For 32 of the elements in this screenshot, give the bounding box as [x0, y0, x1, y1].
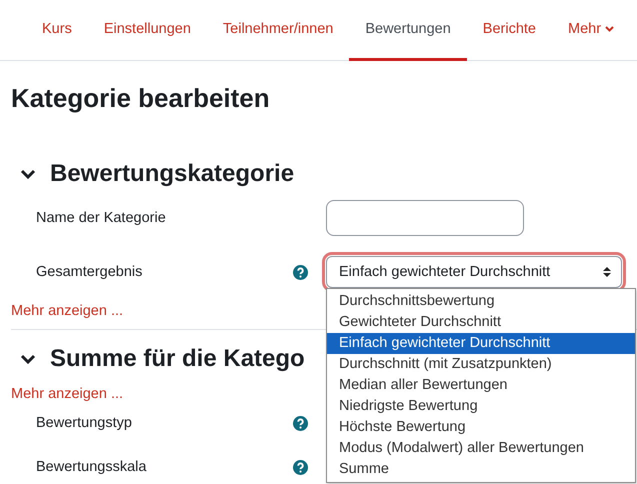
page-title: Kategorie bearbeiten: [11, 83, 271, 113]
nav-tab[interactable]: Mehr: [552, 0, 630, 61]
help-icon[interactable]: [293, 416, 308, 430]
chevron-down-icon: [605, 26, 614, 32]
help-icon[interactable]: [293, 264, 308, 280]
chevron-down-icon[interactable]: [20, 353, 36, 365]
chevron-down-icon[interactable]: [20, 168, 36, 180]
dropdown-option[interactable]: Modus (Modalwert) aller Bewertungen: [327, 438, 635, 459]
nav-tab[interactable]: Teilnehmer/innen: [206, 0, 350, 61]
show-more-link[interactable]: Mehr anzeigen ...: [11, 386, 124, 402]
nav-tab[interactable]: Berichte: [466, 0, 552, 61]
dropdown-option[interactable]: Median aller Bewertungen: [327, 375, 635, 396]
field-label: Name der Kategorie: [35, 210, 167, 226]
field-label: Bewertungstyp: [35, 415, 133, 431]
dropdown-option[interactable]: Gewichteter Durchschnitt: [327, 312, 635, 333]
dropdown-option[interactable]: Einfach gewichteter Durchschnitt: [327, 333, 635, 354]
dropdown-option[interactable]: Durchschnitt (mit Zusatzpunkten): [327, 354, 635, 375]
dropdown-option[interactable]: Durchschnittsbewertung: [327, 291, 635, 312]
sort-arrows-icon: [603, 266, 611, 278]
nav-tab[interactable]: Einstellungen: [88, 0, 207, 61]
nav-tab[interactable]: Kurs: [26, 0, 88, 61]
show-more-link[interactable]: Mehr anzeigen ...: [11, 303, 124, 319]
dropdown-option[interactable]: Höchste Bewertung: [327, 417, 635, 438]
section-title: Bewertungskategorie: [50, 160, 294, 188]
field-label: Gesamtergebnis: [35, 264, 144, 280]
section-title: Summe für die Katego: [50, 345, 305, 373]
field-label: Bewertungsskala: [35, 459, 148, 475]
nav-tab[interactable]: Bewertungen: [349, 0, 467, 61]
dropdown-option[interactable]: Niedrigste Bewertung: [327, 396, 635, 417]
dropdown-option[interactable]: Summe: [327, 459, 635, 480]
input-field[interactable]: [326, 200, 524, 236]
help-icon[interactable]: [293, 460, 308, 474]
